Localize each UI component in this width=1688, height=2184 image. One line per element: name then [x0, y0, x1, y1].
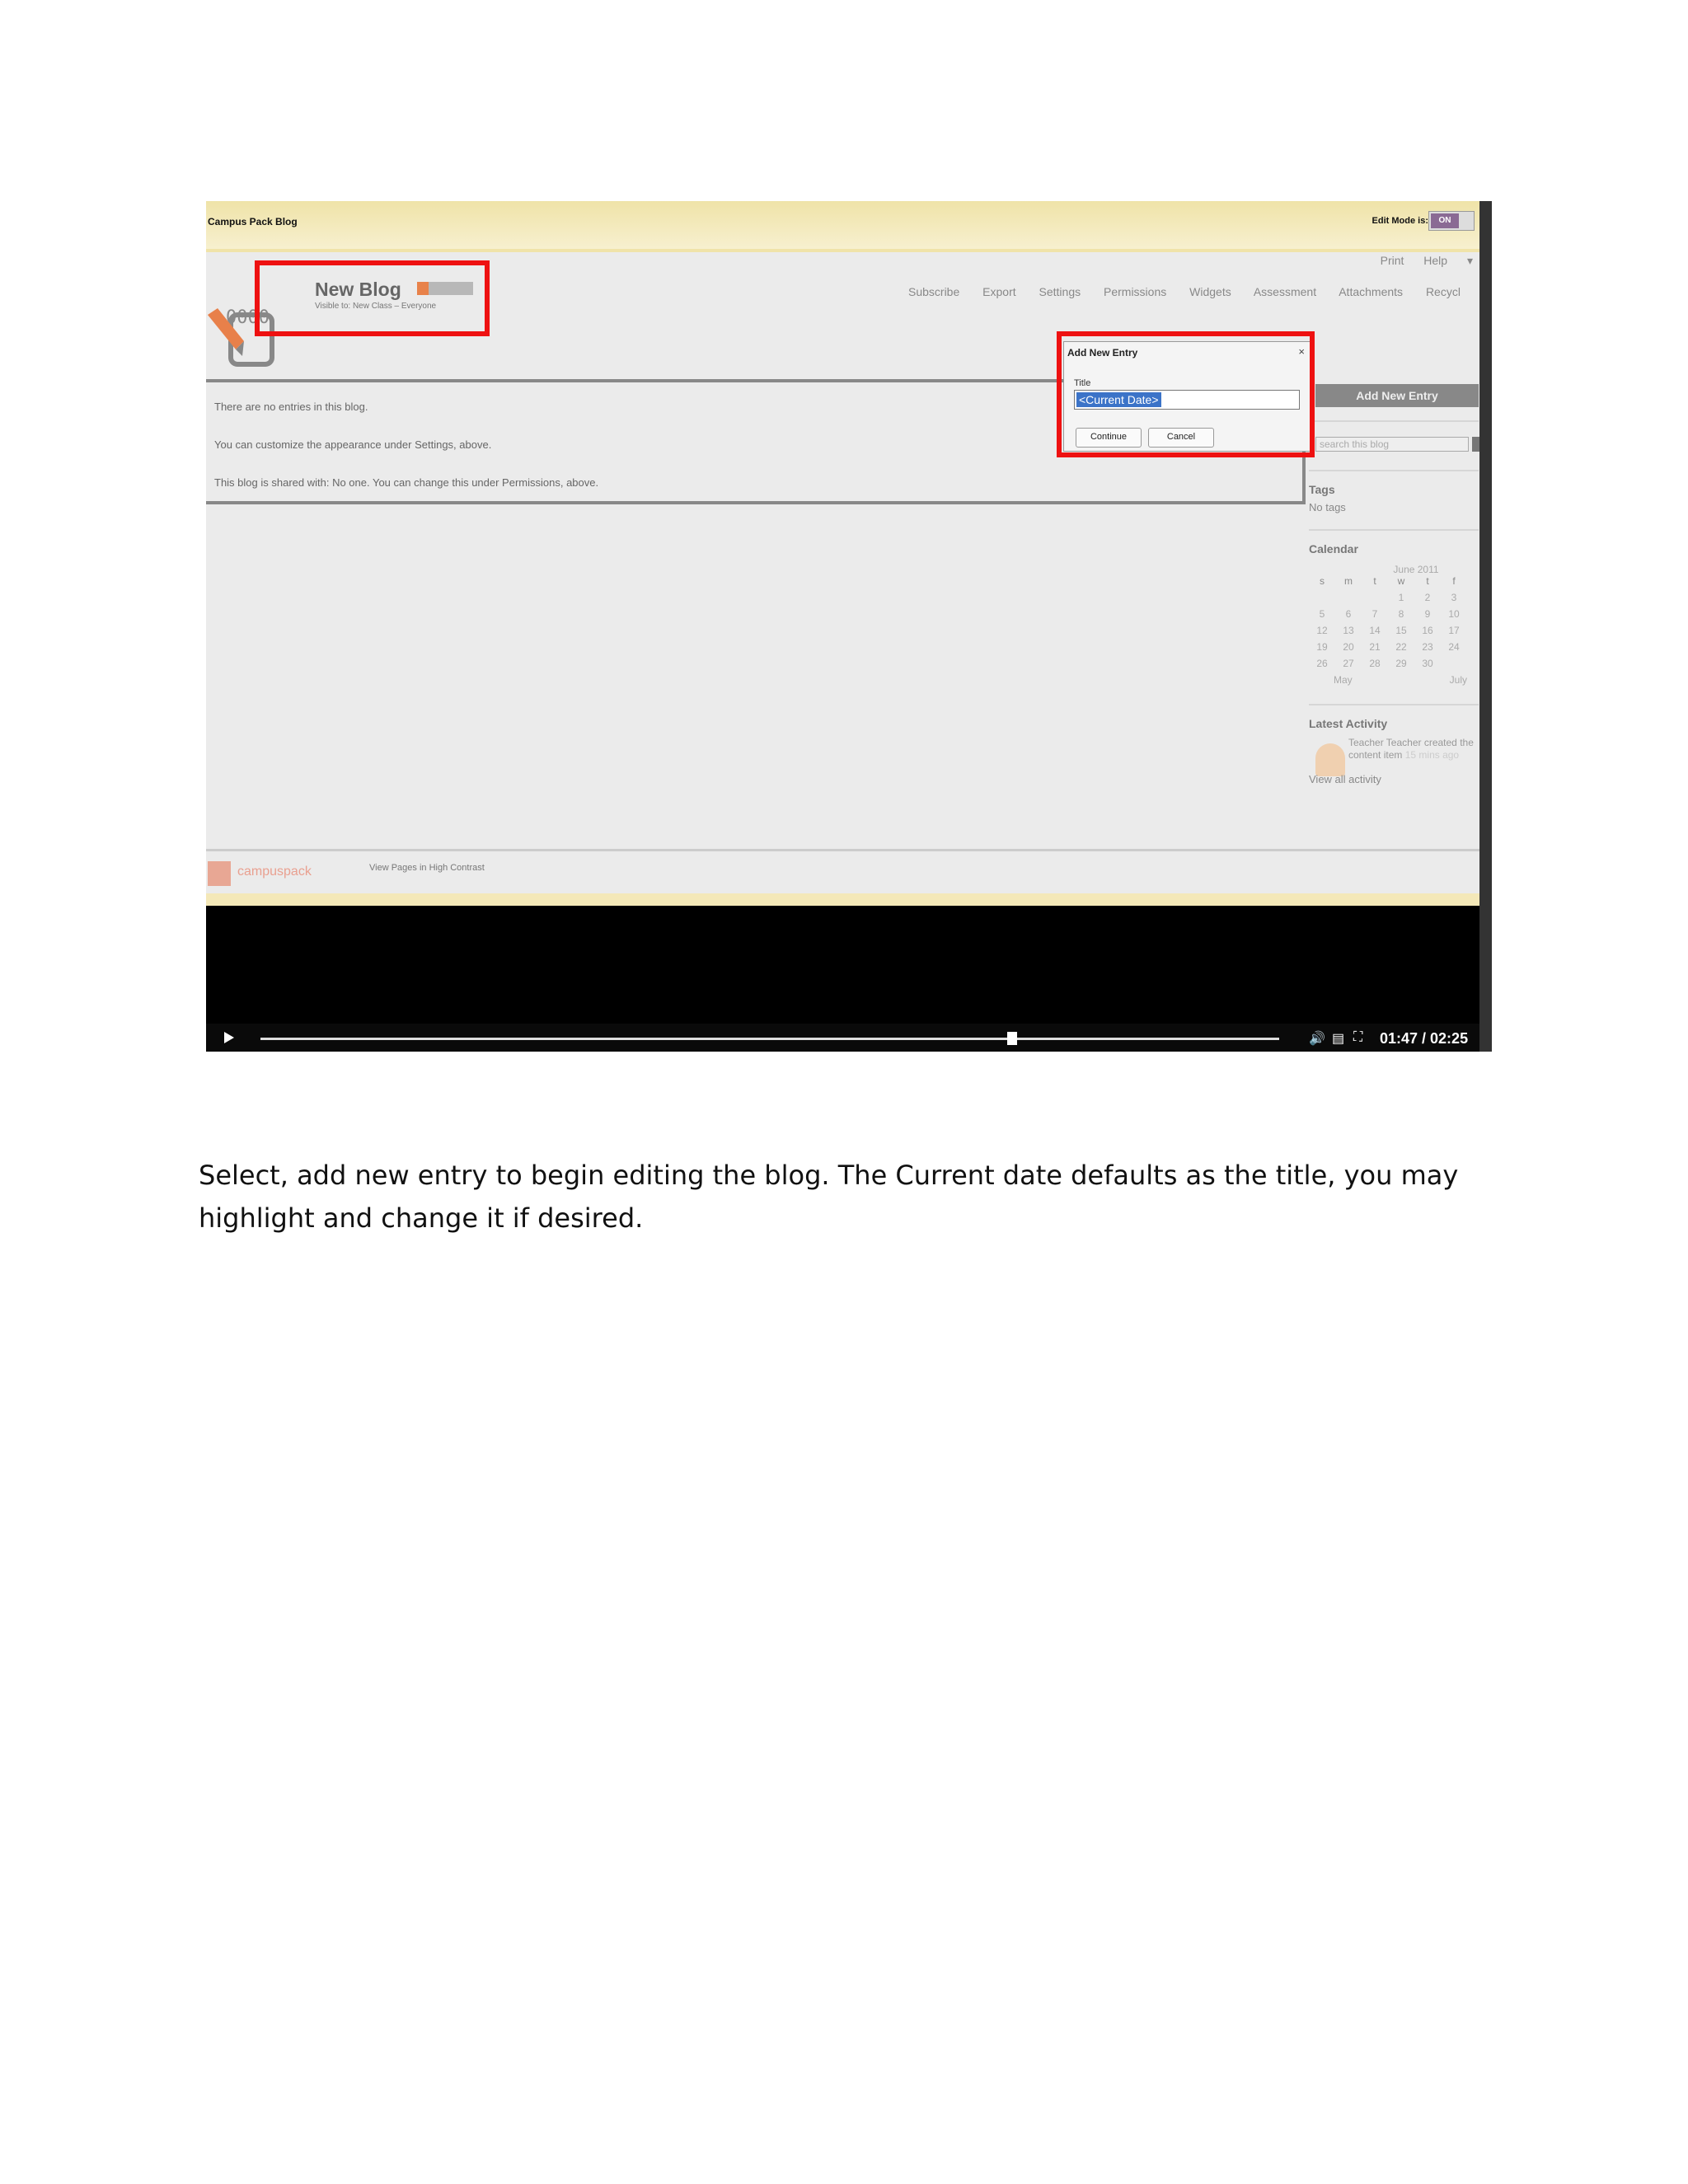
calendar-day[interactable]: 29	[1388, 658, 1414, 674]
content-line-1: There are no entries in this blog.	[214, 401, 368, 413]
weekday: t	[1426, 575, 1429, 587]
nav-export[interactable]: Export	[982, 285, 1015, 298]
calendar-day[interactable]: 14	[1362, 625, 1388, 641]
caption-text: Select, add new entry to begin editing t…	[199, 1160, 1459, 1234]
footer-band	[206, 893, 1479, 906]
video-screenshot: Campus Pack Blog Edit Mode is: ON Print …	[206, 201, 1492, 1052]
calendar-day[interactable]: 5	[1309, 608, 1335, 625]
calendar-week: 26 27 28 29 30	[1309, 658, 1474, 674]
calendar-day[interactable]: 19	[1309, 641, 1335, 658]
edit-mode-toggle[interactable]: ON	[1428, 211, 1475, 231]
weekday: w	[1397, 575, 1405, 587]
nav-settings[interactable]: Settings	[1039, 285, 1081, 298]
calendar-day[interactable]	[1362, 592, 1388, 608]
calendar-day[interactable]: 20	[1335, 641, 1362, 658]
weekday: m	[1344, 575, 1353, 587]
seek-bar[interactable]	[260, 1038, 1279, 1040]
blog-nav: Subscribe Export Settings Permissions Wi…	[908, 285, 1480, 298]
activity-heading: Latest Activity	[1309, 717, 1388, 730]
calendar-day[interactable]: 16	[1414, 625, 1441, 641]
calendar-week: 12 13 14 15 16 17	[1309, 625, 1474, 641]
print-help-links[interactable]: Print Help ▾	[1381, 254, 1473, 268]
calendar-day[interactable]: 7	[1362, 608, 1388, 625]
highlight-box-dialog	[1057, 331, 1315, 457]
calendar-day[interactable]: 17	[1441, 625, 1467, 641]
sidebar-divider	[1309, 420, 1479, 422]
calendar-day[interactable]: 26	[1309, 658, 1335, 674]
edit-mode-value: ON	[1431, 213, 1459, 228]
video-right-edge	[1479, 201, 1492, 1052]
add-new-entry-button[interactable]: Add New Entry	[1315, 384, 1479, 407]
calendar-day[interactable]: 1	[1388, 592, 1414, 608]
weekday: t	[1373, 575, 1376, 587]
content-line-2: You can customize the appearance under S…	[214, 438, 492, 451]
calendar-widget: June 2011 s m t w t f 1 2 3 5 6 7 8 9 10…	[1309, 564, 1474, 686]
nav-assessment[interactable]: Assessment	[1254, 285, 1316, 298]
calendar-day[interactable]: 12	[1309, 625, 1335, 641]
calendar-weekdays: s m t w t f	[1309, 575, 1474, 592]
calendar-day[interactable]	[1441, 658, 1467, 674]
play-icon[interactable]	[224, 1032, 234, 1043]
high-contrast-link[interactable]: View Pages in High Contrast	[369, 863, 485, 873]
highlight-box-title	[255, 260, 490, 336]
calendar-day[interactable]	[1335, 592, 1362, 608]
calendar-day[interactable]	[1309, 592, 1335, 608]
avatar	[1315, 743, 1345, 776]
campuspack-logo-icon	[208, 861, 231, 886]
activity-item: Teacher Teacher created the content item…	[1348, 737, 1479, 762]
calendar-day[interactable]: 22	[1388, 641, 1414, 658]
fullscreen-icon[interactable]: ⛶	[1353, 1030, 1362, 1045]
calendar-next-link[interactable]: July	[1450, 674, 1467, 686]
weekday: f	[1452, 575, 1456, 587]
calendar-day[interactable]: 21	[1362, 641, 1388, 658]
calendar-heading: Calendar	[1309, 542, 1358, 555]
video-timecode: 01:47 / 02:25	[1380, 1030, 1469, 1047]
nav-subscribe[interactable]: Subscribe	[908, 285, 959, 298]
calendar-day[interactable]: 8	[1388, 608, 1414, 625]
search-input[interactable]: search this blog	[1315, 437, 1469, 452]
weekday: s	[1320, 575, 1325, 587]
calendar-day[interactable]: 2	[1414, 592, 1441, 608]
calendar-day[interactable]: 6	[1335, 608, 1362, 625]
footer-brand: campuspack	[237, 865, 312, 879]
calendar-day[interactable]: 9	[1414, 608, 1441, 625]
nav-attachments[interactable]: Attachments	[1339, 285, 1403, 298]
calendar-day[interactable]: 13	[1335, 625, 1362, 641]
calendar-day[interactable]: 15	[1388, 625, 1414, 641]
nav-recycle[interactable]: Recycl	[1426, 285, 1461, 298]
calendar-day[interactable]: 28	[1362, 658, 1388, 674]
nav-widgets[interactable]: Widgets	[1189, 285, 1231, 298]
activity-time: 15 mins ago	[1404, 749, 1460, 761]
calendar-prev-link[interactable]: May	[1334, 674, 1353, 686]
seek-handle[interactable]	[1007, 1032, 1018, 1045]
edit-mode-label: Edit Mode is:	[1372, 216, 1428, 226]
calendar-day[interactable]: 27	[1335, 658, 1362, 674]
calendar-day[interactable]: 3	[1441, 592, 1467, 608]
top-bar: Campus Pack Blog Edit Mode is: ON	[206, 201, 1479, 252]
calendar-day[interactable]: 23	[1414, 641, 1441, 658]
sidebar-divider	[1309, 529, 1479, 531]
content-line-3: This blog is shared with: No one. You ca…	[214, 476, 599, 489]
nav-permissions[interactable]: Permissions	[1104, 285, 1166, 298]
breadcrumb[interactable]: Campus Pack Blog	[208, 216, 298, 227]
video-controls: 🔊 ▤ ⛶ 01:47 / 02:25	[206, 1024, 1479, 1052]
calendar-week: 1 2 3	[1309, 592, 1474, 608]
tags-value: No tags	[1309, 501, 1346, 513]
calendar-month: June 2011	[1393, 564, 1439, 575]
calendar-day[interactable]: 10	[1441, 608, 1467, 625]
tags-heading: Tags	[1309, 483, 1335, 496]
sidebar-divider	[1309, 704, 1479, 705]
calendar-day[interactable]: 30	[1414, 658, 1441, 674]
calendar-day[interactable]: 24	[1441, 641, 1467, 658]
search-button[interactable]	[1472, 437, 1479, 452]
captions-icon[interactable]: ▤	[1332, 1030, 1344, 1047]
calendar-nav: May July	[1309, 674, 1474, 686]
calendar-week: 5 6 7 8 9 10	[1309, 608, 1474, 625]
blog-app: Campus Pack Blog Edit Mode is: ON Print …	[206, 201, 1479, 906]
sidebar-divider	[1309, 470, 1479, 471]
view-all-activity-link[interactable]: View all activity	[1309, 773, 1381, 785]
volume-icon[interactable]: 🔊	[1309, 1030, 1325, 1047]
calendar-week: 19 20 21 22 23 24	[1309, 641, 1474, 658]
app-footer: campuspack View Pages in High Contrast	[206, 849, 1479, 896]
